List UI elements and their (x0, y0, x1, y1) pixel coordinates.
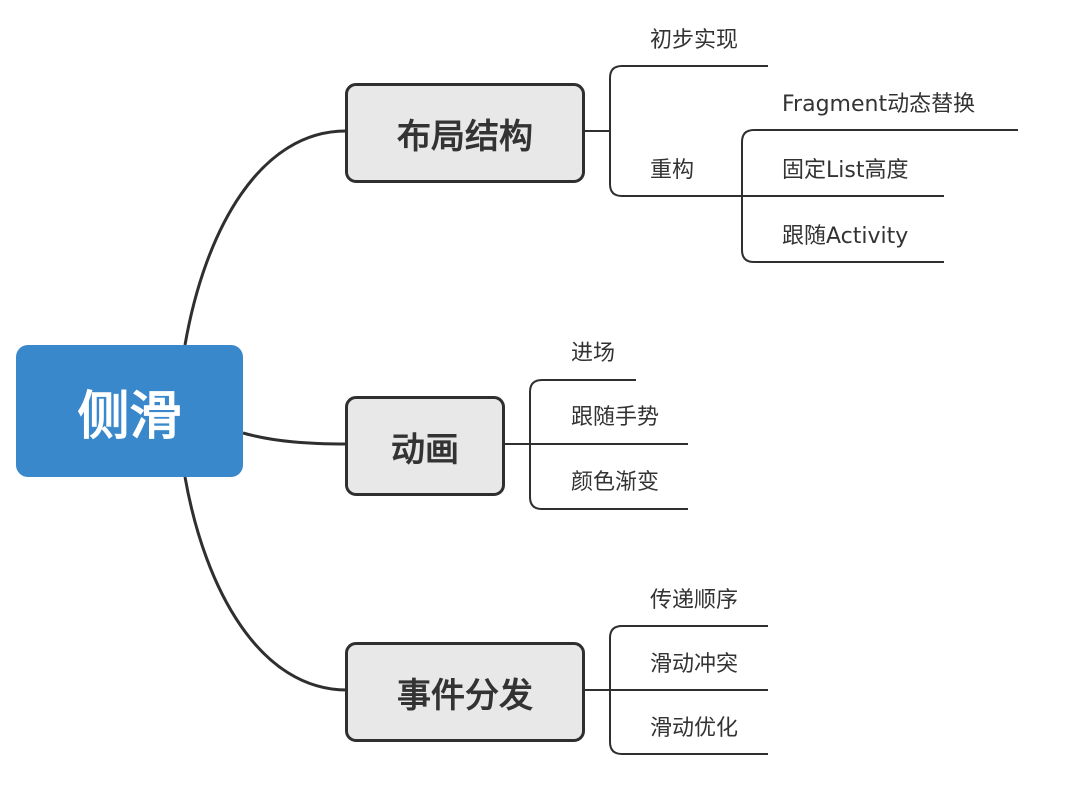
subtopic-follow-gesture[interactable]: 跟随手势 (571, 407, 659, 429)
subtopic-refactor[interactable]: 重构 (650, 160, 694, 182)
subtopic-initial-implementation[interactable]: 初步实现 (650, 30, 738, 52)
subtopic-follow-activity[interactable]: 跟随Activity (782, 226, 908, 248)
subtopic-scroll-conflict[interactable]: 滑动冲突 (650, 654, 738, 676)
subtopic-fragment-replace[interactable]: Fragment动态替换 (782, 94, 975, 116)
topic-label: 事件分发 (397, 675, 533, 716)
topic-animation[interactable]: 动画 (345, 396, 505, 496)
topic-layout-structure[interactable]: 布局结构 (345, 83, 585, 183)
subtopic-color-gradient[interactable]: 颜色渐变 (571, 472, 659, 494)
connector-central-to-layout (183, 129, 348, 346)
topic-event-dispatch[interactable]: 事件分发 (345, 642, 585, 742)
topic-label: 布局结构 (397, 116, 533, 157)
subtopic-dispatch-order[interactable]: 传递顺序 (650, 590, 738, 612)
topic-label: 动画 (391, 429, 459, 470)
connector-central-to-events (183, 476, 348, 692)
central-topic[interactable]: 侧滑 (16, 345, 243, 477)
subtopic-enter[interactable]: 进场 (571, 343, 615, 365)
connector-central-to-animation (242, 431, 348, 446)
subtopic-scroll-optimization[interactable]: 滑动优化 (650, 718, 738, 740)
subtopic-fixed-list-height[interactable]: 固定List高度 (782, 160, 908, 182)
central-topic-label: 侧滑 (77, 386, 182, 447)
